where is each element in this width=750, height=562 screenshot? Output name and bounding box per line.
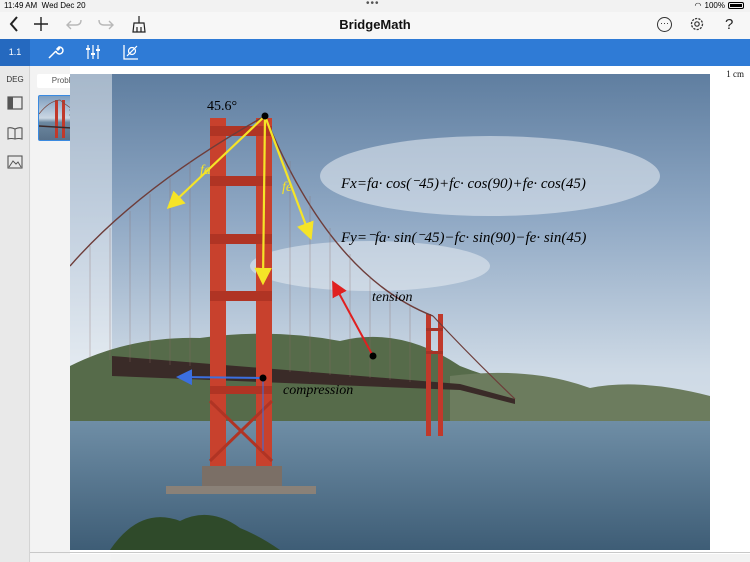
- graph-geometry-icon[interactable]: [122, 43, 140, 61]
- document-canvas: 45.6° fa fe Fx=fa· cos(⁻45)+fc· cos(90)+…: [70, 66, 750, 554]
- page-sorter-icon[interactable]: [7, 96, 23, 110]
- status-time: 11:49 AM Wed Dec 20: [4, 1, 86, 10]
- adjust-sliders-icon[interactable]: [84, 43, 102, 61]
- fa-label: fa: [200, 163, 211, 178]
- tension-label: tension: [372, 290, 412, 305]
- app-title: BridgeMath: [339, 17, 411, 32]
- battery-percent: 100%: [704, 1, 725, 10]
- title-bar: BridgeMath ··· ?: [0, 12, 750, 39]
- scale-label: 1 cm: [726, 69, 744, 79]
- wrench-tools-icon[interactable]: [46, 43, 64, 61]
- joint-point-top[interactable]: [261, 112, 269, 120]
- document-toolbar: 1.1: [0, 39, 750, 66]
- help-icon[interactable]: ?: [725, 15, 733, 35]
- multitask-dots-icon[interactable]: •••: [366, 0, 380, 9]
- joint-point-deck[interactable]: [259, 374, 267, 382]
- compression-label: compression: [283, 383, 353, 398]
- status-bar: 11:49 AM Wed Dec 20 ••• ◠ 100%: [0, 0, 750, 12]
- angle-label: 45.6°: [207, 99, 237, 114]
- fy-equation: Fy=⁻fa· sin(⁻45)−fc· sin(90)−fe· sin(45): [340, 230, 586, 246]
- fe-label: fe: [282, 180, 292, 195]
- page-tab[interactable]: 1.1: [0, 39, 30, 66]
- compression-arrow: [176, 369, 264, 386]
- image-gallery-icon[interactable]: [7, 155, 23, 169]
- status-right: ◠ 100%: [695, 1, 744, 10]
- horizontal-scrollbar[interactable]: [30, 552, 750, 553]
- joint-point-cable[interactable]: [369, 352, 377, 360]
- fx-equation: Fx=fa· cos(⁻45)+fc· cos(90)+fe· cos(45): [340, 176, 586, 192]
- more-options-icon[interactable]: ···: [657, 17, 672, 32]
- left-sidebar: DEG: [0, 66, 30, 562]
- bridge-scene: 45.6° fa fe Fx=fa· cos(⁻45)+fc· cos(90)+…: [70, 74, 710, 550]
- battery-icon: [728, 2, 744, 9]
- angle-mode-indicator[interactable]: DEG: [0, 75, 30, 84]
- settings-gear-icon[interactable]: [689, 15, 705, 38]
- wifi-icon: ◠: [694, 1, 702, 10]
- book-icon[interactable]: [7, 126, 23, 140]
